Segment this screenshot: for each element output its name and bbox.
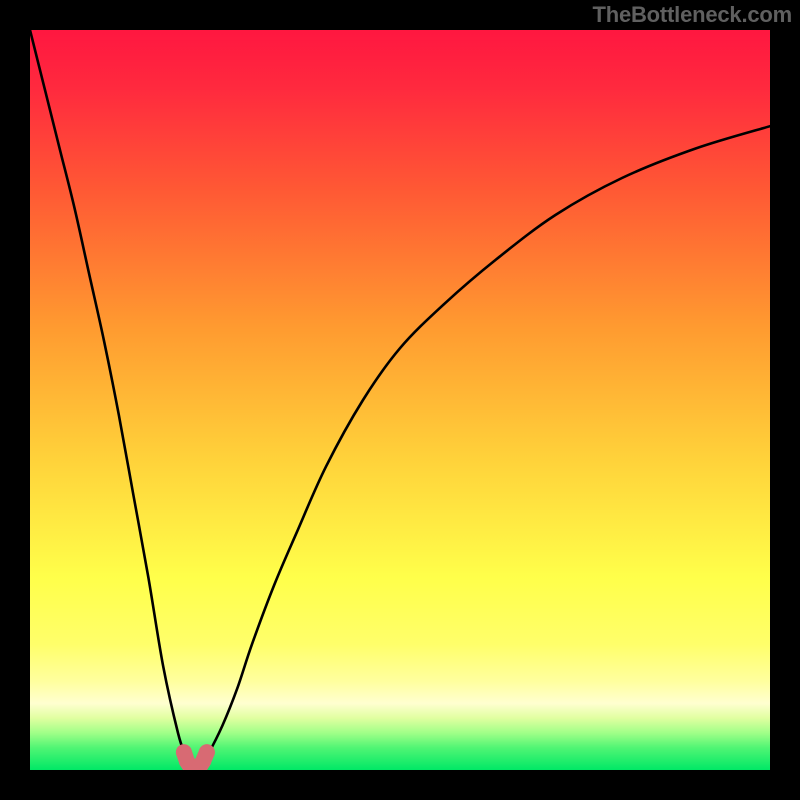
min-region-dot	[199, 744, 215, 760]
gradient-background	[30, 30, 770, 770]
plot-svg	[30, 30, 770, 770]
plot-area	[30, 30, 770, 770]
chart-frame: TheBottleneck.com	[0, 0, 800, 800]
watermark-text: TheBottleneck.com	[592, 2, 792, 28]
